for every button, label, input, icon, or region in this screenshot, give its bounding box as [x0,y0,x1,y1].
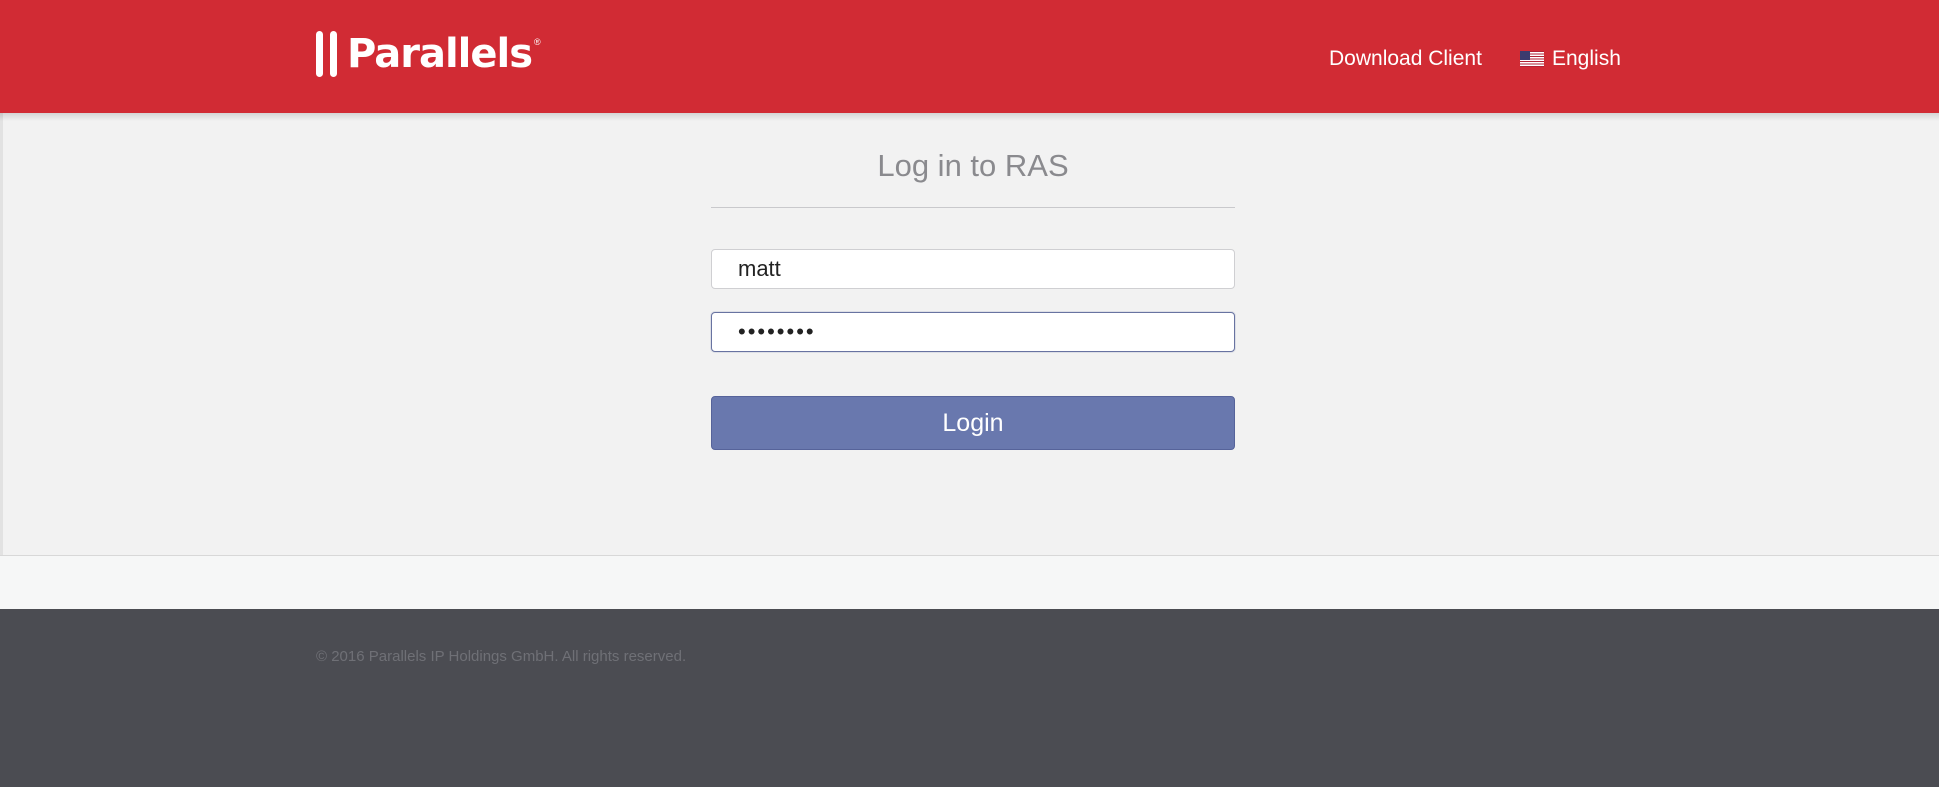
page-footer [0,609,1939,787]
lower-band [0,555,1939,609]
login-button[interactable]: Login [711,396,1235,450]
language-label: English [1552,47,1621,70]
parallels-logo[interactable]: Parallels ® [316,29,541,79]
top-header-bar: Parallels ® Download Client English [0,0,1939,113]
registered-mark: ® [534,37,541,47]
copyright-text: © 2016 Parallels IP Holdings GmbH. All r… [316,648,687,665]
brand-name: Parallels [347,31,533,77]
language-selector[interactable]: English [1520,44,1621,74]
header-shadow [0,113,1939,121]
download-client-label: Download Client [1329,47,1482,70]
download-client-link[interactable]: Download Client [1329,44,1482,74]
parallels-bars-icon [316,31,337,77]
title-divider [711,207,1235,208]
password-input[interactable] [711,312,1235,352]
username-input[interactable] [711,249,1235,289]
us-flag-icon [1520,51,1544,67]
page-title: Log in to RAS [877,148,1069,183]
